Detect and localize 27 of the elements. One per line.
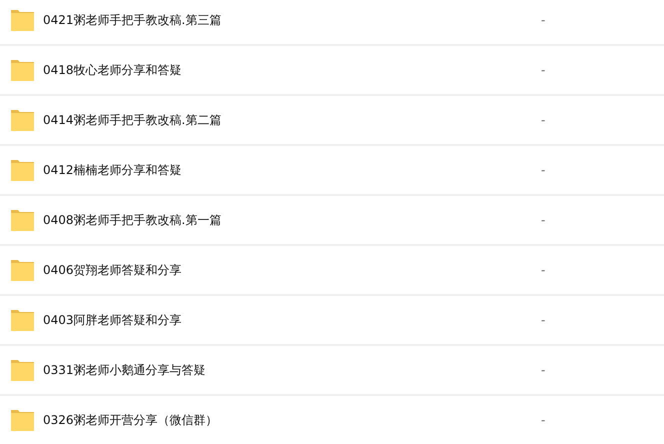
file-size: - bbox=[541, 213, 546, 227]
folder-name[interactable]: 0421粥老师手把手教改稿.第三篇 bbox=[43, 12, 523, 28]
folder-name[interactable]: 0408粥老师手把手教改稿.第一篇 bbox=[43, 212, 523, 228]
folder-name[interactable]: 0412楠楠老师分享和答疑 bbox=[43, 162, 523, 178]
file-size: - bbox=[541, 413, 546, 427]
folder-name[interactable]: 0406贺翔老师答疑和分享 bbox=[43, 262, 523, 278]
folder-icon bbox=[11, 410, 34, 430]
file-size: - bbox=[541, 63, 546, 77]
file-size: - bbox=[541, 113, 546, 127]
folder-icon bbox=[11, 310, 34, 330]
file-size: - bbox=[541, 163, 546, 177]
file-size: - bbox=[541, 13, 546, 27]
folder-icon bbox=[11, 10, 34, 30]
folder-icon bbox=[11, 360, 34, 380]
folder-icon bbox=[11, 160, 34, 180]
folder-icon bbox=[11, 260, 34, 280]
folder-name[interactable]: 0326粥老师开营分享（微信群） bbox=[43, 412, 523, 428]
file-size: - bbox=[541, 363, 546, 377]
folder-name[interactable]: 0403阿胖老师答疑和分享 bbox=[43, 312, 523, 328]
folder-icon bbox=[11, 210, 34, 230]
folder-name[interactable]: 0418牧心老师分享和答疑 bbox=[43, 62, 523, 78]
folder-name[interactable]: 0331粥老师小鹅通分享与答疑 bbox=[43, 362, 523, 378]
folder-icon bbox=[11, 110, 34, 130]
folder-name[interactable]: 0414粥老师手把手教改稿.第二篇 bbox=[43, 112, 523, 128]
file-size: - bbox=[541, 263, 546, 277]
file-size: - bbox=[541, 313, 546, 327]
folder-icon bbox=[11, 60, 34, 80]
